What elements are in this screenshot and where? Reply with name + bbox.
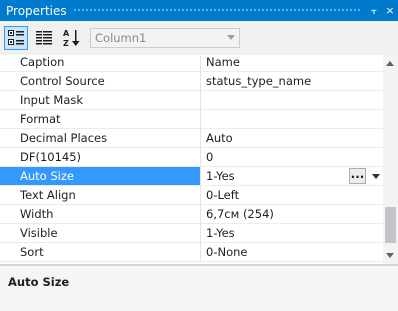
property-name: DF(10145) <box>0 148 201 166</box>
properties-titlebar: Properties ⫟ × <box>0 0 398 21</box>
property-value[interactable]: Name <box>201 55 383 71</box>
property-value[interactable] <box>201 91 383 109</box>
property-name: Sort <box>0 243 201 261</box>
property-row-visible[interactable]: Visible 1-Yes <box>0 224 383 243</box>
property-row-caption[interactable]: Caption Name <box>0 55 383 72</box>
property-value[interactable]: 0 <box>201 148 383 166</box>
property-value[interactable]: status_type_name <box>201 72 383 90</box>
property-row-input-mask[interactable]: Input Mask <box>0 91 383 110</box>
property-row-text-align[interactable]: Text Align 0-Left <box>0 186 383 205</box>
property-grid: Caption Name Control Source status_type_… <box>0 55 383 264</box>
chevron-down-icon <box>227 35 235 40</box>
categorized-button[interactable] <box>4 26 28 50</box>
property-value-text: 1-Yes <box>206 169 235 183</box>
property-name: Format <box>0 110 201 128</box>
description-pane: Auto Size <box>0 266 398 311</box>
property-name: Caption <box>0 55 201 71</box>
property-value[interactable]: 0-Left <box>201 186 383 204</box>
property-value[interactable]: 0-None <box>201 243 383 261</box>
svg-text:A: A <box>63 29 70 38</box>
property-pages-button[interactable] <box>32 26 56 50</box>
titlebar-grip[interactable] <box>72 8 360 13</box>
property-pages-icon <box>36 31 52 45</box>
alphabetical-sort-button[interactable]: A Z <box>60 26 84 50</box>
property-row-format[interactable]: Format <box>0 110 383 129</box>
vertical-scrollbar[interactable] <box>383 55 398 264</box>
pin-icon[interactable]: ⫟ <box>366 4 382 18</box>
object-selector-value: Column1 <box>95 31 147 45</box>
scroll-down-icon[interactable] <box>386 253 394 258</box>
scroll-thumb[interactable] <box>385 207 396 243</box>
property-name: Text Align <box>0 186 201 204</box>
alphabetical-sort-icon: A Z <box>63 29 80 48</box>
property-name: Input Mask <box>0 91 201 109</box>
categorized-icon <box>8 30 24 45</box>
property-row-width[interactable]: Width 6,7см (254) <box>0 205 383 224</box>
property-row-control-source[interactable]: Control Source status_type_name <box>0 72 383 91</box>
property-row-auto-size[interactable]: Auto Size 1-Yes ... <box>0 167 383 186</box>
close-icon[interactable]: × <box>382 4 398 17</box>
object-selector-dropdown[interactable]: Column1 <box>90 28 240 48</box>
properties-toolbar: A Z Column1 <box>0 21 398 55</box>
property-row-decimal-places[interactable]: Decimal Places Auto <box>0 129 383 148</box>
scroll-up-icon[interactable] <box>386 61 394 66</box>
property-name: Control Source <box>0 72 201 90</box>
property-value[interactable]: Auto <box>201 129 383 147</box>
description-title: Auto Size <box>8 275 70 289</box>
property-value[interactable]: 1-Yes ... <box>201 167 383 185</box>
property-name: Auto Size <box>0 167 201 185</box>
property-value[interactable]: 6,7см (254) <box>201 205 383 223</box>
property-name: Decimal Places <box>0 129 201 147</box>
window-title: Properties <box>6 3 67 18</box>
property-row-sort[interactable]: Sort 0-None <box>0 243 383 262</box>
chevron-down-icon[interactable] <box>372 174 380 179</box>
svg-text:Z: Z <box>63 39 69 48</box>
property-name: Width <box>0 205 201 223</box>
ellipsis-button[interactable]: ... <box>349 168 366 184</box>
property-row-df[interactable]: DF(10145) 0 <box>0 148 383 167</box>
property-value[interactable] <box>201 110 383 128</box>
property-name: Visible <box>0 224 201 242</box>
property-value[interactable]: 1-Yes <box>201 224 383 242</box>
